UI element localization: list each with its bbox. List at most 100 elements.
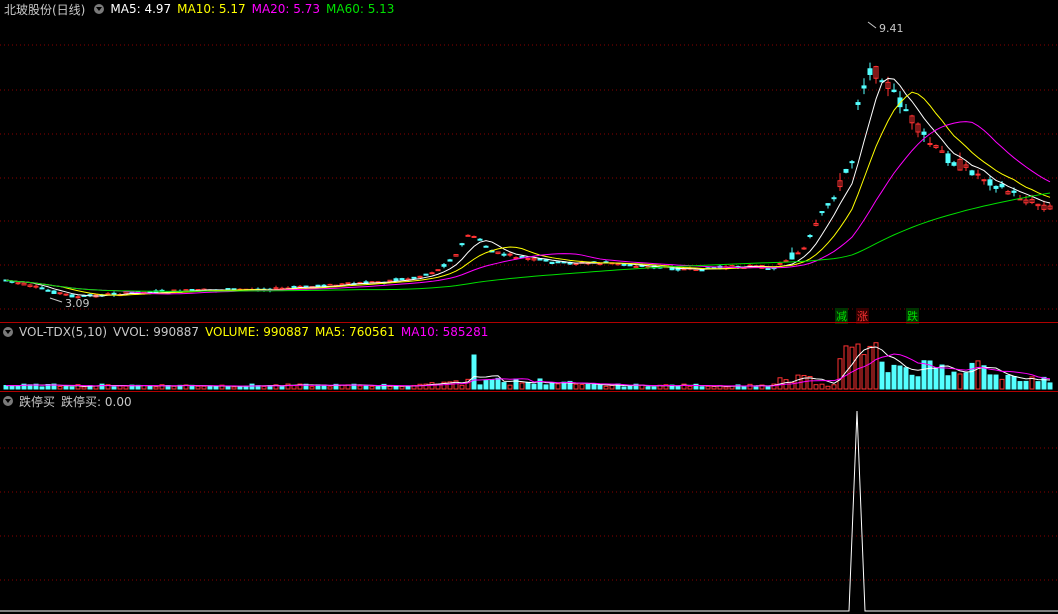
signal-line: [0, 410, 1058, 612]
volume-bar: [993, 374, 999, 390]
volume-bar: [951, 371, 957, 390]
volume-bar: [861, 354, 867, 390]
volume-bar: [261, 385, 267, 390]
high-price-pointer: [867, 21, 877, 29]
signal-chart[interactable]: [0, 392, 1058, 614]
vvol-readout: VVOL: 990887: [113, 325, 200, 339]
low-price-pointer: [49, 297, 63, 303]
volume-bar: [933, 367, 939, 390]
volume-bar: [879, 361, 885, 390]
volume-bar: [111, 386, 117, 390]
dropdown-icon[interactable]: [3, 327, 13, 337]
candle-body: [981, 179, 987, 182]
candle-body: [861, 85, 867, 89]
volume-bar: [1017, 381, 1023, 390]
volume-bar: [573, 383, 579, 390]
volume-bar: [171, 385, 177, 390]
price-panel[interactable]: 北玻股份(日线) MA5: 4.97 MA10: 5.17 MA20: 5.73…: [0, 0, 1058, 324]
candle-body: [57, 292, 63, 295]
volume-bar: [987, 374, 993, 390]
volume-bar: [675, 385, 681, 390]
volume-bar: [201, 385, 207, 390]
candle-body: [597, 263, 603, 266]
volume-bar: [765, 385, 771, 390]
volume-bar: [99, 383, 105, 390]
volume-bar: [651, 386, 657, 390]
volume-bar: [537, 378, 543, 390]
ma10-readout: MA10: 5.17: [177, 2, 246, 16]
candle-body: [501, 253, 507, 256]
volume-bar: [981, 365, 987, 390]
ma60-readout: MA60: 5.13: [326, 2, 395, 16]
volume-bar: [855, 343, 861, 390]
volume-bar: [819, 383, 825, 390]
candle-body: [969, 170, 975, 176]
volume-bar: [291, 385, 297, 390]
volume-bar: [513, 378, 519, 390]
volume-bar: [237, 385, 243, 390]
candle-body: [291, 285, 297, 288]
candle-body: [33, 285, 39, 288]
volume-bar: [357, 385, 363, 390]
candle-body: [549, 261, 555, 264]
volume-panel[interactable]: VOL-TDX(5,10) VVOL: 990887 VOLUME: 99088…: [0, 323, 1058, 391]
candle-body: [483, 245, 489, 248]
volume-bar: [921, 360, 927, 390]
candle-body: [543, 259, 549, 262]
candle-body: [231, 288, 237, 291]
volume-bar: [225, 386, 231, 390]
candle-body: [51, 290, 57, 294]
signal-panel[interactable]: 跌停买 跌停买: 0.00: [0, 392, 1058, 614]
candle-body: [507, 253, 513, 256]
volume-bar: [969, 362, 975, 390]
candle-body: [513, 257, 519, 260]
candle-body: [537, 258, 543, 261]
volume-bar: [207, 385, 213, 390]
volume-bar: [495, 377, 501, 390]
candle-body: [951, 162, 957, 166]
candle-body: [525, 257, 531, 260]
volume-bar: [843, 345, 849, 390]
volume-bar: [1005, 374, 1011, 390]
candle-body: [831, 197, 837, 200]
volume-bar: [813, 384, 819, 390]
candle-body: [867, 68, 873, 75]
volume-bar: [507, 384, 513, 390]
candle-body: [465, 234, 471, 237]
volume-bar: [957, 373, 963, 390]
candle-body: [921, 131, 927, 135]
candle-body: [627, 264, 633, 267]
candle-body: [345, 282, 351, 285]
volume-bar: [597, 384, 603, 390]
volume-bar: [459, 384, 465, 390]
volume-bar: [687, 385, 693, 390]
vol-ma5-readout: MA5: 760561: [315, 325, 395, 339]
volume-bar: [909, 374, 915, 390]
candle-body: [999, 183, 1005, 188]
candle-body: [849, 161, 855, 164]
volume-bar: [1047, 382, 1053, 390]
volume-bar: [903, 367, 909, 390]
volume-bar: [63, 386, 69, 390]
volume-bar: [405, 385, 411, 390]
candle-body: [633, 265, 639, 268]
dropdown-icon[interactable]: [94, 4, 105, 14]
candle-body: [1011, 190, 1017, 193]
volume-header: VOL-TDX(5,10) VVOL: 990887 VOLUME: 99088…: [0, 324, 494, 340]
volume-bar: [621, 386, 627, 390]
volume-bar: [705, 385, 711, 390]
volume-bar: [645, 386, 651, 390]
volume-bar: [711, 386, 717, 390]
volume-bar: [603, 385, 609, 390]
candle-body: [927, 143, 933, 146]
volume-indicator-name: VOL-TDX(5,10): [19, 325, 108, 339]
volume-bar: [477, 384, 483, 390]
volume-bar: [117, 385, 123, 390]
volume-bar: [327, 386, 333, 390]
candle-body: [711, 266, 717, 269]
candlestick-chart[interactable]: [0, 0, 1058, 322]
volume-bar: [39, 386, 45, 390]
volume-bar: [885, 372, 891, 390]
candle-body: [573, 263, 579, 266]
dropdown-icon[interactable]: [3, 396, 13, 406]
